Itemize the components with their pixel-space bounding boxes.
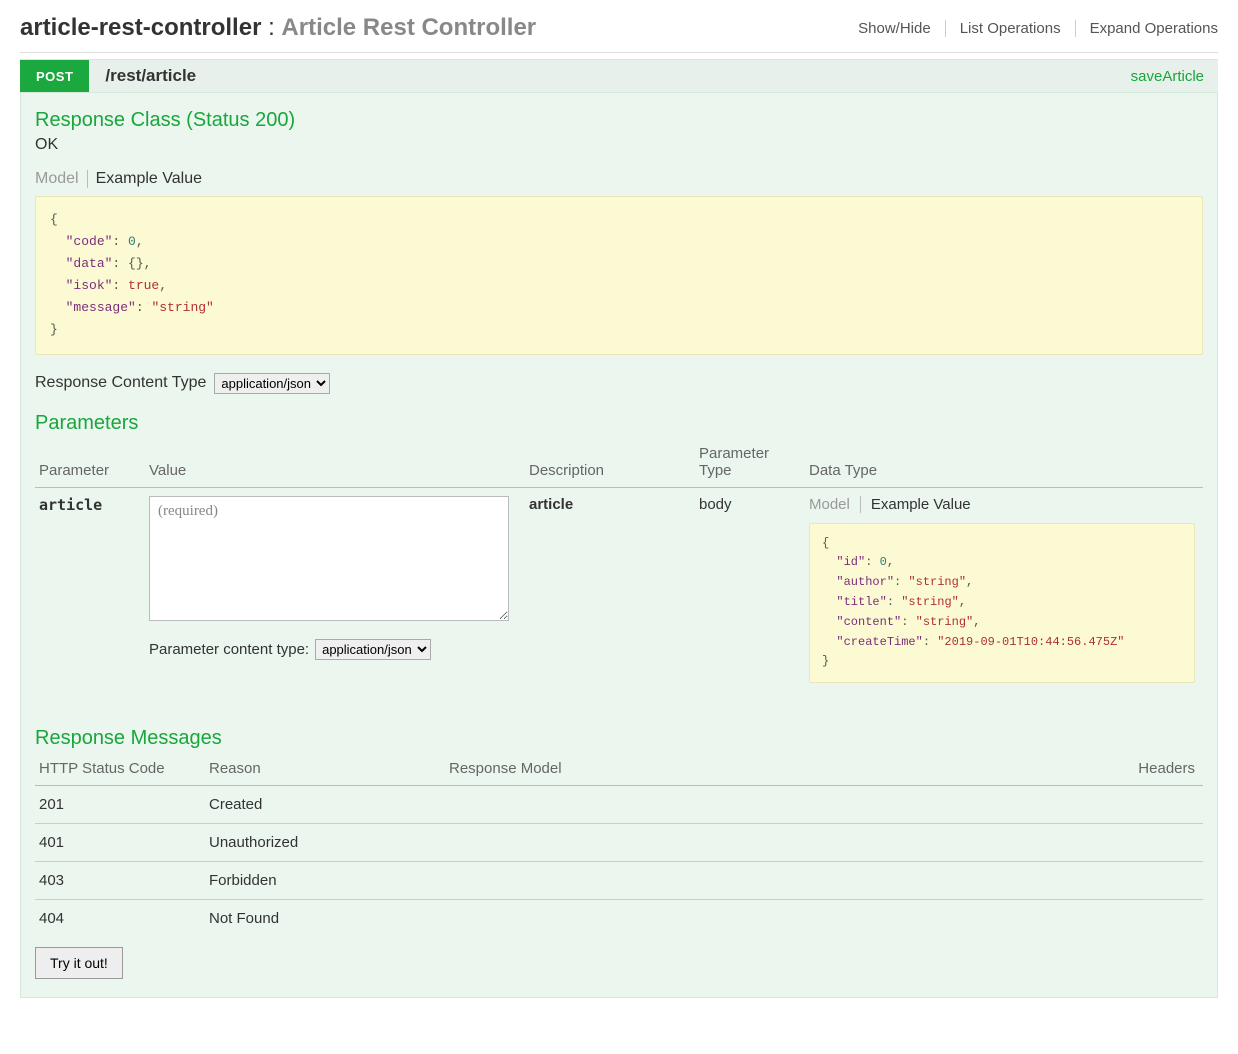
response-message-row: 404 Not Found [35, 900, 1203, 938]
response-message-row: 403 Forbidden [35, 862, 1203, 900]
response-message-row: 201 Created [35, 786, 1203, 824]
tab-model[interactable]: Model [35, 170, 88, 188]
reason: Unauthorized [205, 824, 445, 862]
headers [934, 900, 1203, 938]
reason: Created [205, 786, 445, 824]
datatype-tab-example[interactable]: Example Value [871, 496, 981, 513]
show-hide-link[interactable]: Show/Hide [844, 20, 946, 37]
headers [934, 786, 1203, 824]
col-http-status: HTTP Status Code [35, 754, 205, 786]
status-code: 404 [35, 900, 205, 938]
param-type: body [695, 487, 805, 709]
endpoint-path[interactable]: /rest/article [89, 66, 1130, 86]
col-parameter-type: Parameter Type [695, 439, 805, 488]
expand-operations-link[interactable]: Expand Operations [1076, 20, 1218, 37]
col-data-type: Data Type [805, 439, 1203, 488]
reason: Forbidden [205, 862, 445, 900]
response-model [445, 862, 934, 900]
response-class-heading: Response Class (Status 200) [35, 109, 1203, 132]
headers [934, 862, 1203, 900]
tab-example-value[interactable]: Example Value [96, 170, 212, 188]
status-code: 201 [35, 786, 205, 824]
datatype-tab-model[interactable]: Model [809, 496, 861, 513]
param-content-type-select[interactable]: application/json [315, 639, 431, 660]
response-status-text: OK [35, 136, 1203, 154]
response-model [445, 786, 934, 824]
param-content-type-label: Parameter content type: [149, 641, 309, 658]
title-separator: : [261, 14, 281, 41]
status-code: 401 [35, 824, 205, 862]
param-value-textarea[interactable] [149, 496, 509, 621]
status-code: 403 [35, 862, 205, 900]
param-example-code[interactable]: { "id": 0, "author": "string", "title": … [809, 523, 1195, 684]
operation-summary[interactable]: POST /rest/article saveArticle [20, 59, 1218, 93]
headers [934, 824, 1203, 862]
response-model [445, 824, 934, 862]
col-parameter: Parameter [35, 439, 145, 488]
operation-nickname[interactable]: saveArticle [1131, 68, 1218, 85]
response-content-type-select[interactable]: application/json [214, 373, 330, 394]
controller-description: Article Rest Controller [281, 14, 536, 41]
col-description: Description [525, 439, 695, 488]
parameter-row: article Parameter content type: applicat… [35, 487, 1203, 709]
param-description: article [525, 487, 695, 709]
response-message-row: 401 Unauthorized [35, 824, 1203, 862]
col-reason: Reason [205, 754, 445, 786]
try-it-out-button[interactable]: Try it out! [35, 947, 123, 979]
parameters-heading: Parameters [35, 412, 1203, 435]
col-headers: Headers [934, 754, 1203, 786]
param-name: article [35, 487, 145, 709]
response-tabs: Model Example Value [35, 170, 1203, 188]
http-method-badge: POST [20, 60, 89, 92]
col-value: Value [145, 439, 525, 488]
response-content-type-label: Response Content Type [35, 374, 206, 392]
list-operations-link[interactable]: List Operations [946, 20, 1076, 37]
controller-name[interactable]: article-rest-controller [20, 14, 261, 41]
col-response-model: Response Model [445, 754, 934, 786]
response-messages-heading: Response Messages [35, 727, 1203, 750]
controller-title: article-rest-controller : Article Rest C… [20, 14, 536, 42]
response-model [445, 900, 934, 938]
header-actions: Show/Hide List Operations Expand Operati… [844, 20, 1218, 37]
reason: Not Found [205, 900, 445, 938]
datatype-tabs: Model Example Value [809, 496, 1195, 513]
response-example-code[interactable]: { "code": 0, "data": {}, "isok": true, "… [35, 196, 1203, 355]
